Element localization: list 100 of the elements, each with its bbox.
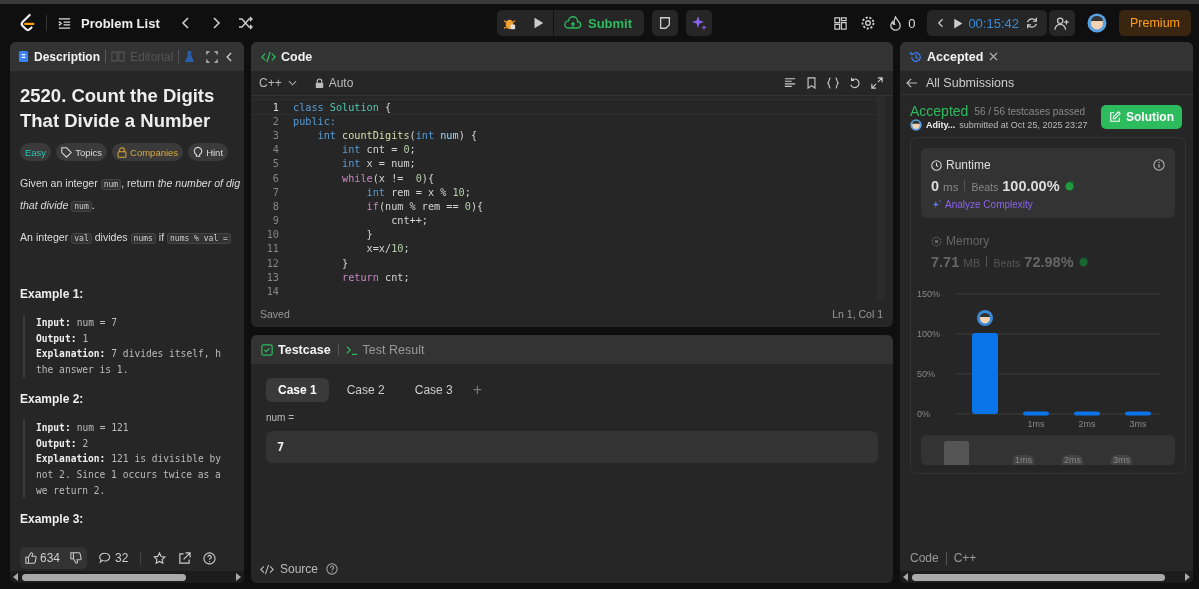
beats-value: 100.00%	[1002, 178, 1060, 194]
metric-value: 7.71	[931, 254, 960, 270]
tag-chip[interactable]: Companies	[112, 143, 184, 161]
example-heading: Example 1:	[20, 287, 85, 301]
case-tab[interactable]: Case 1	[266, 378, 329, 402]
code-line: int countDigits(int num) {	[316, 129, 478, 141]
line-number: 8	[271, 200, 279, 212]
panel-tab[interactable]: Test Result	[345, 342, 425, 357]
code-language-label: Code	[910, 551, 939, 565]
input-label: num =	[266, 412, 296, 423]
panel-tab[interactable]: Description	[18, 49, 100, 64]
range-handle[interactable]	[944, 441, 969, 465]
line-number: 14	[265, 286, 279, 298]
description-text: Given an integer num , return the number of dig	[20, 176, 242, 192]
document-icon	[18, 50, 29, 63]
braces-icon[interactable]	[827, 77, 839, 89]
avatar-icon	[910, 119, 922, 131]
layout-icon[interactable]	[833, 15, 849, 31]
source-button[interactable]: Source	[260, 562, 319, 576]
user-name[interactable]: Adity...	[926, 120, 956, 130]
range-label: 2ms	[1062, 455, 1084, 465]
back-link[interactable]: All Submissions	[900, 71, 1193, 95]
horizontal-scrollbar[interactable]	[900, 571, 1193, 583]
reset-icon[interactable]	[1025, 16, 1039, 30]
code-line: while(x != 0){	[341, 172, 435, 184]
chart-bar[interactable]	[1125, 411, 1151, 416]
panel-tab[interactable]: Code	[261, 49, 313, 64]
line-number: 6	[271, 172, 279, 184]
clap-icon	[1063, 180, 1075, 191]
add-user-button[interactable]	[1049, 10, 1075, 36]
axis-label: 3ms	[1129, 419, 1147, 429]
close-icon[interactable]	[989, 52, 999, 61]
code-line: int x = num;	[341, 158, 416, 170]
help-icon[interactable]	[326, 563, 339, 575]
thumbs-down-icon	[70, 552, 83, 564]
undo-icon[interactable]	[849, 77, 861, 89]
language-selector[interactable]: C++	[259, 76, 297, 90]
input-field[interactable]: 7	[266, 431, 878, 463]
tag-chip[interactable]: Easy	[20, 143, 52, 161]
code-line: public:	[293, 115, 336, 127]
case-tab[interactable]: Case 3	[402, 378, 465, 402]
beats-value: 72.98%	[1024, 254, 1074, 270]
code-line: int rem = x % 10;	[365, 186, 471, 198]
tag-chip[interactable]: Topics	[56, 143, 108, 161]
lock-icon	[117, 146, 128, 158]
tag-chip[interactable]: Hint	[188, 143, 229, 161]
info-icon[interactable]	[1153, 159, 1165, 171]
problem-list-button[interactable]: Problem List	[57, 15, 160, 31]
ai-button[interactable]	[686, 10, 713, 36]
notes-button[interactable]	[652, 10, 679, 36]
sparkle-icon	[691, 15, 708, 31]
clap-icon	[1077, 256, 1089, 267]
chart-bar[interactable]	[1023, 411, 1049, 416]
example-heading: Example 2:	[20, 391, 85, 406]
streak-counter[interactable]: 0	[888, 15, 916, 31]
chip-icon	[931, 235, 942, 247]
bookmark-icon[interactable]	[806, 77, 817, 89]
line-number: 1	[271, 101, 279, 113]
example-text: 121 is divisible by	[111, 453, 222, 465]
chart-bar[interactable]	[1074, 411, 1100, 416]
settings-icon[interactable]	[860, 15, 877, 31]
play-icon[interactable]	[951, 16, 965, 30]
comments-button[interactable]: 32	[99, 551, 129, 565]
case-tab[interactable]: Case 2	[334, 378, 397, 402]
expand-icon[interactable]	[871, 77, 883, 89]
panel-tab[interactable]: Accepted	[910, 49, 984, 64]
line-number: 12	[265, 257, 279, 269]
metric-card[interactable]: Runtime 0 ms Beats 100.00% Analyze Complexity	[921, 148, 1175, 218]
cloud-upload-icon	[563, 15, 582, 31]
axis-label: 1ms	[1027, 419, 1045, 429]
example-text: num = 121	[76, 421, 129, 433]
line-number: 2	[271, 115, 279, 127]
metric-title: Memory	[946, 234, 990, 248]
avatar-icon[interactable]	[1087, 13, 1107, 33]
maximize-icon[interactable]	[206, 50, 218, 63]
lightbulb-icon	[193, 146, 204, 158]
line-number: 5	[271, 158, 279, 170]
description-text: that divide num .	[20, 198, 96, 214]
logo-icon[interactable]	[18, 13, 36, 33]
premium-button[interactable]: Premium	[1119, 10, 1191, 36]
beats-label: Beats	[971, 181, 999, 193]
example-label: Output:	[36, 437, 77, 449]
axis-label: 2ms	[1078, 419, 1096, 429]
format-icon[interactable]	[784, 77, 796, 89]
add-user-icon	[1054, 15, 1070, 31]
help-icon[interactable]	[203, 551, 217, 565]
book-icon	[111, 51, 125, 62]
auto-mode-label[interactable]: Auto	[314, 76, 354, 90]
panel-tab[interactable]: Testcase	[261, 342, 331, 357]
avatar-icon	[977, 310, 993, 326]
shuffle-icon[interactable]	[237, 15, 254, 31]
horizontal-scrollbar[interactable]	[10, 571, 244, 583]
share-icon[interactable]	[178, 551, 192, 565]
example-text: 1	[82, 332, 89, 344]
code-line: if(num % rem == 0){	[365, 200, 484, 212]
arrow-left-icon	[906, 77, 918, 88]
example-label: Output:	[36, 332, 77, 344]
sparkle-icon	[931, 199, 942, 210]
code-language-label: C++	[953, 551, 977, 565]
star-icon[interactable]	[153, 551, 167, 565]
